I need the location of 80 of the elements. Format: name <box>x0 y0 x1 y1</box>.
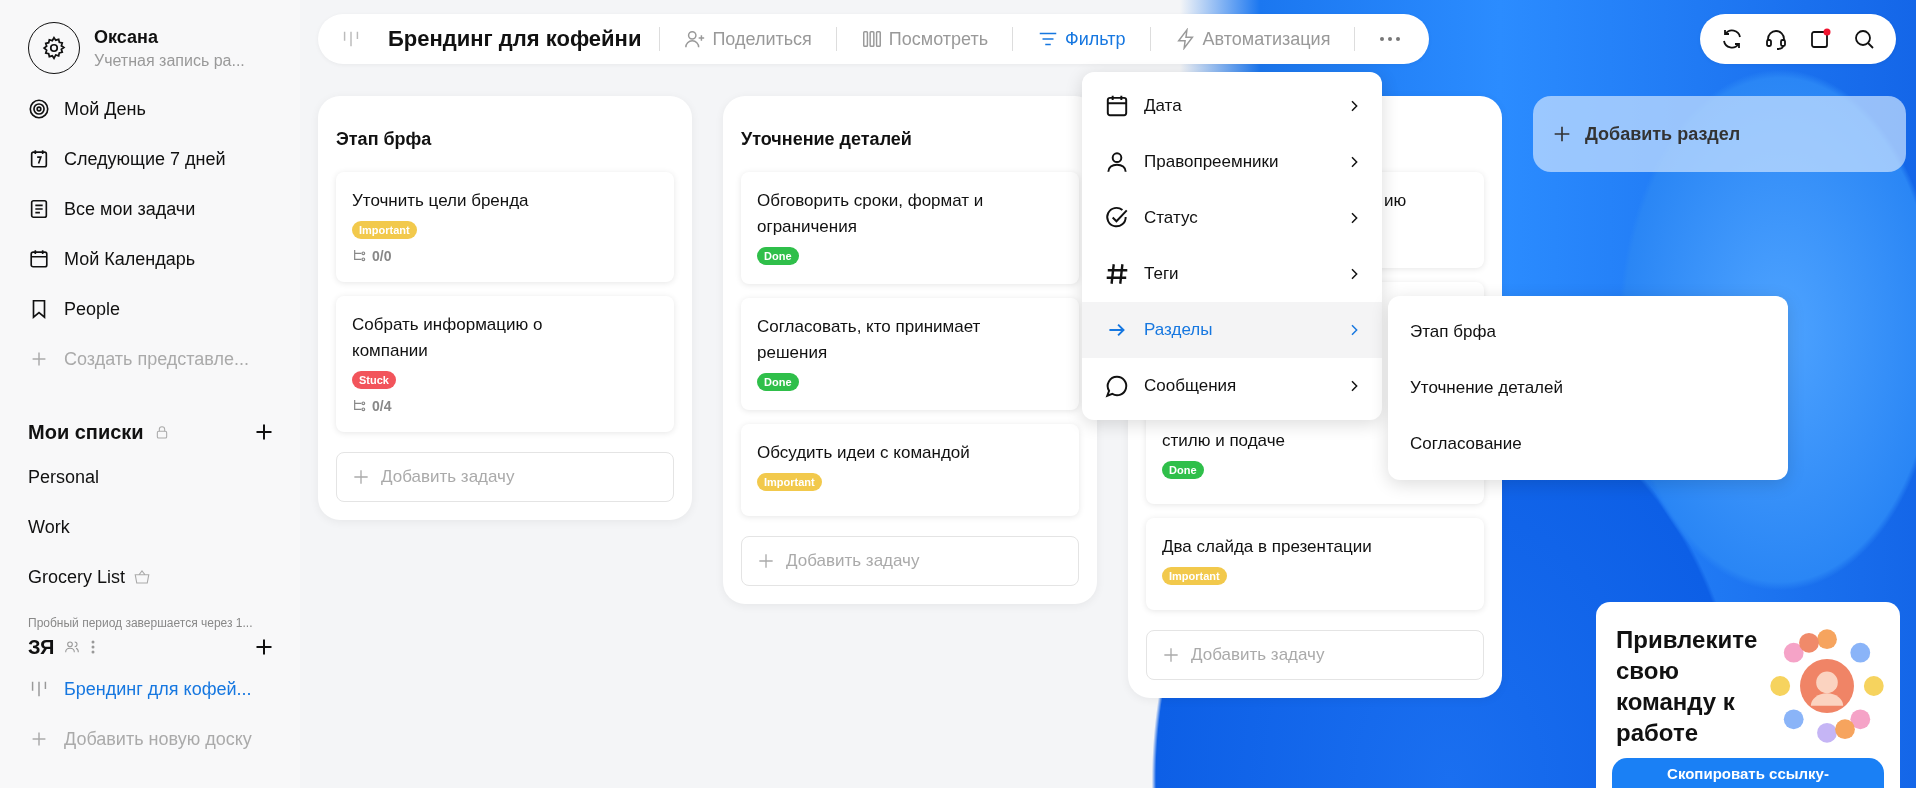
task-title: Уточнить цели бренда <box>352 190 530 212</box>
chat-bubble-icon <box>1104 373 1130 399</box>
status-tag: Important <box>1162 567 1227 585</box>
subtask-icon <box>352 248 368 264</box>
board-title: Брендинг для кофейни <box>388 26 642 52</box>
settings-icon <box>41 35 67 61</box>
nav-item[interactable]: People <box>28 284 290 334</box>
nav-item[interactable]: Мой День <box>28 84 290 134</box>
list-item[interactable]: Grocery List <box>28 566 126 588</box>
menu-item[interactable]: Статус <box>1082 190 1382 246</box>
promo-title: Привлеките свою команду к работе <box>1616 625 1759 748</box>
status-tag: Important <box>352 221 417 239</box>
status-tag: Important <box>757 473 822 491</box>
calendar-seven-icon <box>28 148 50 170</box>
list-item[interactable]: Personal <box>28 466 100 488</box>
section-title: Мои списки <box>28 420 144 444</box>
nav-item[interactable]: Все мои задачи <box>28 184 290 234</box>
task-title: Обсудить идеи с командой <box>757 442 971 464</box>
status-tag: Stuck <box>352 371 396 389</box>
toolbar-icon <box>1174 28 1197 50</box>
task-title: Два слайда в презентации <box>1162 536 1373 558</box>
list-icon <box>28 198 50 220</box>
board-item[interactable]: Брендинг для кофей... <box>28 664 290 714</box>
user-name: Оксана <box>94 26 159 48</box>
subtask-count: 0/4 <box>372 398 392 414</box>
task-title: Обговорить сроки, формат и ограничения <box>757 190 985 238</box>
target-icon <box>28 98 50 120</box>
add-board-icon[interactable] <box>254 637 274 657</box>
column-title: Уточнение деталей <box>741 127 913 151</box>
toolbar-button[interactable]: Фильтр <box>1031 28 1132 50</box>
search-icon[interactable] <box>1852 27 1876 51</box>
toolbar-icon <box>684 28 707 50</box>
menu-item[interactable]: Теги <box>1082 246 1382 302</box>
more-icon[interactable] <box>1379 36 1402 42</box>
menu-item[interactable]: Дата <box>1082 78 1382 134</box>
account-subtitle: Учетная запись ра... <box>94 51 245 70</box>
nav-item[interactable]: Следующие 7 дней <box>28 134 290 184</box>
add-section-button[interactable]: Добавить раздел <box>1533 96 1906 172</box>
task-card[interactable]: Два слайда в презентации Important <box>1146 518 1484 610</box>
task-card[interactable]: Обговорить сроки, формат и ограничения Done <box>741 172 1079 284</box>
copy-link-button[interactable]: Скопировать ссылку- <box>1612 758 1884 788</box>
task-card[interactable]: Собрать информацию о компании Stuck 0/4 <box>336 296 674 432</box>
workspace-title: ЗЯ <box>28 635 55 659</box>
task-title: ию <box>1383 190 1408 212</box>
add-list-icon[interactable] <box>254 422 274 442</box>
task-title: Собрать информацию о компании <box>352 314 544 362</box>
list-item[interactable]: Work <box>28 516 70 538</box>
menu-item[interactable]: Сообщения <box>1082 358 1382 414</box>
plus-icon <box>351 467 371 487</box>
subtask-icon <box>352 398 368 414</box>
status-tag: Done <box>757 247 799 265</box>
task-title: Согласовать, кто принимает решения <box>757 316 982 364</box>
plus-icon <box>1161 645 1181 665</box>
task-title: стилю и подаче <box>1162 430 1286 452</box>
nav-item[interactable]: Мой Календарь <box>28 234 290 284</box>
menu-item[interactable]: Согласование <box>1388 416 1788 472</box>
column-title: Этап брфа <box>336 127 433 151</box>
more-icon[interactable] <box>90 639 97 655</box>
people-icon <box>64 639 81 655</box>
subtask-count: 0/0 <box>372 248 392 264</box>
plus-icon <box>756 551 776 571</box>
calendar-icon <box>1104 93 1130 119</box>
task-card[interactable]: Обсудить идеи с командой Important <box>741 424 1079 516</box>
headset-icon[interactable] <box>1764 27 1788 51</box>
menu-item[interactable]: Уточнение деталей <box>1388 360 1788 416</box>
status-tag: Done <box>757 373 799 391</box>
basket-icon <box>133 568 152 586</box>
menu-item[interactable]: Этап брфа <box>1388 304 1788 360</box>
status-tag: Done <box>1162 461 1204 479</box>
calendar-icon <box>28 248 50 270</box>
menu-item[interactable]: Разделы <box>1082 302 1382 358</box>
trial-notice: Пробный период завершается через 1... <box>28 616 254 630</box>
menu-item[interactable]: Правопреемники <box>1082 134 1382 190</box>
person-icon <box>1104 149 1130 175</box>
task-card[interactable]: Согласовать, кто принимает решения Done <box>741 298 1079 410</box>
hash-icon <box>1104 261 1130 287</box>
task-card[interactable]: Уточнить цели бренда Important 0/0 <box>336 172 674 282</box>
toolbar-icon <box>860 28 883 50</box>
refresh-icon[interactable] <box>1720 27 1744 51</box>
notifications-icon[interactable] <box>1808 27 1832 51</box>
